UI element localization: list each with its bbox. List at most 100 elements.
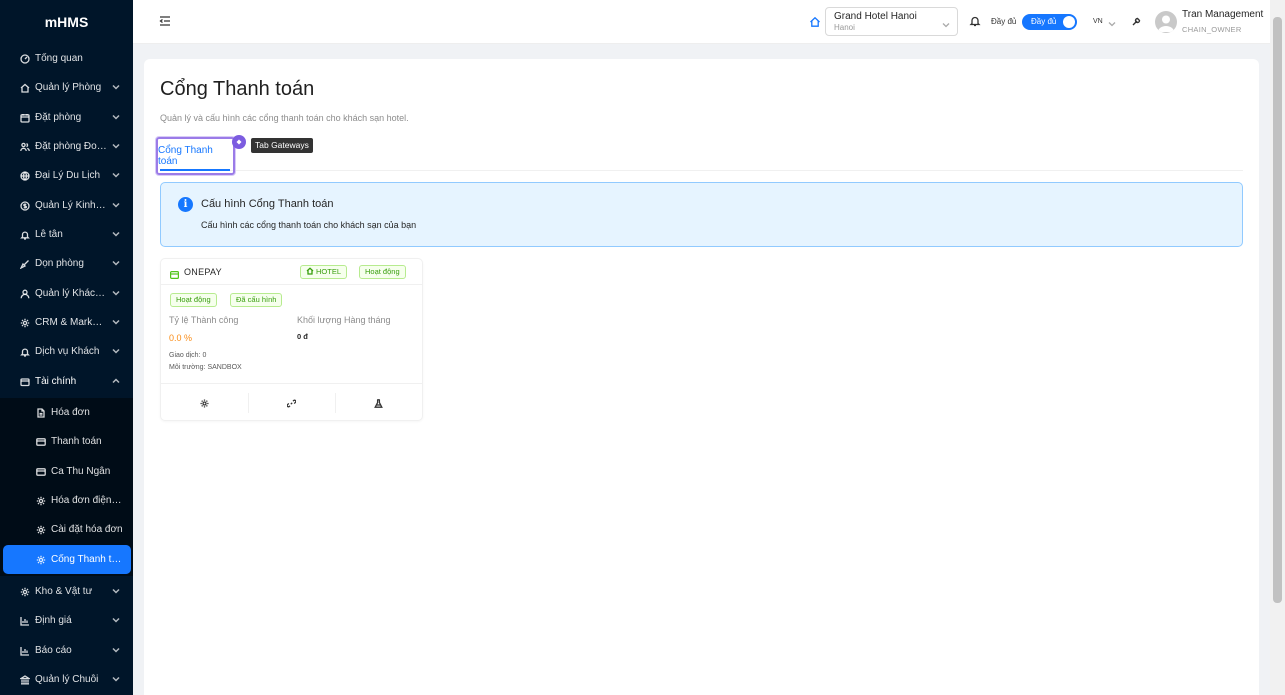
sidebar-item-housekeeping[interactable]: Dọn phòng xyxy=(0,249,133,278)
page-description: Quản lý và cấu hình các cổng thanh toán … xyxy=(160,113,409,123)
sidebar-item-chain-management[interactable]: Quản lý Chuỗi xyxy=(0,665,133,694)
gear-icon xyxy=(35,554,46,565)
tab-active-indicator xyxy=(160,169,230,171)
tour-marker-icon xyxy=(232,135,246,149)
sidebar-item-label: Dọn phòng xyxy=(35,258,84,269)
gateway-card: ONEPAY HOTEL Hoạt động Hoạt động Đã cấu … xyxy=(160,258,423,421)
chevron-down-icon xyxy=(112,318,120,325)
credit-card-icon xyxy=(170,268,180,280)
sidebar-item-label: Quản lý Phòng xyxy=(35,82,102,93)
test-button[interactable] xyxy=(335,384,422,422)
hotel-city: Hanoi xyxy=(834,23,855,32)
chevron-down-icon xyxy=(112,142,120,149)
chevron-down-icon xyxy=(112,230,120,237)
status-tag: Hoạt động xyxy=(359,265,406,279)
sidebar-item-finance[interactable]: Tài chính xyxy=(0,367,133,396)
user-name[interactable]: Tran Management xyxy=(1182,9,1263,20)
chevron-down-icon xyxy=(112,259,120,266)
sidebar-item-customers[interactable]: Quản lý Khách hàng xyxy=(0,279,133,308)
alert-title: Cấu hình Cổng Thanh toán xyxy=(201,198,334,210)
sidebar-item-rooms[interactable]: Quản lý Phòng xyxy=(0,73,133,102)
sidebar-item-label: Tổng quan xyxy=(35,53,83,64)
gear-icon xyxy=(19,317,30,328)
mode-toggle-label: Đầy đủ xyxy=(1031,17,1057,26)
menu-fold-icon[interactable] xyxy=(159,15,171,27)
tool-icon[interactable] xyxy=(1131,16,1142,27)
success-rate-value: 0.0 % xyxy=(169,333,193,343)
sidebar-item-label: Lễ tân xyxy=(35,229,63,240)
sidebar-item-label: Quản Lý Kinh Doanh xyxy=(35,200,107,211)
sidebar-item-payment[interactable]: Thanh toán xyxy=(0,427,133,456)
page-scrollbar[interactable] xyxy=(1270,0,1285,695)
sidebar-item-invoice-settings[interactable]: Cài đặt hóa đơn xyxy=(0,515,133,544)
home-icon xyxy=(306,267,314,275)
environment: Môi trường: SANDBOX xyxy=(169,364,242,371)
sidebar-item-guest-services[interactable]: Dịch vụ Khách xyxy=(0,337,133,366)
card-icon xyxy=(35,466,46,477)
gateway-actions xyxy=(161,383,422,421)
monthly-volume-value: 0 đ xyxy=(297,332,308,341)
success-rate-label: Tỷ lệ Thành công xyxy=(169,315,239,325)
chart-icon xyxy=(19,645,30,656)
chevron-down-icon xyxy=(942,18,950,28)
dashboard-icon xyxy=(19,53,30,64)
scrollbar-thumb[interactable] xyxy=(1273,17,1282,603)
badge-active: Hoạt động xyxy=(170,293,217,307)
sidebar-item-label: Dịch vụ Khách xyxy=(35,346,100,357)
sidebar-item-pricing[interactable]: Định giá xyxy=(0,606,133,635)
mode-toggle[interactable]: Đầy đủ xyxy=(1022,14,1077,30)
sidebar-item-payment-gateway[interactable]: Cổng Thanh toán xyxy=(3,545,131,574)
card-icon xyxy=(35,436,46,447)
tab-tooltip: Tab Gateways xyxy=(251,138,313,153)
user-icon xyxy=(19,288,30,299)
link-button[interactable] xyxy=(248,384,335,422)
sidebar-item-label: Đặt phòng xyxy=(35,112,82,123)
team-icon xyxy=(19,141,30,152)
sidebar-item-label: Ca Thu Ngân xyxy=(51,466,111,477)
sidebar-item-label: Thanh toán xyxy=(51,436,102,447)
bell-icon xyxy=(19,229,30,240)
sidebar-item-front-desk[interactable]: Lễ tân xyxy=(0,220,133,249)
sidebar-item-overview[interactable]: Tổng quan xyxy=(0,44,133,73)
link-icon xyxy=(287,399,296,407)
main-content: Cổng Thanh toán Quản lý và cấu hình các … xyxy=(144,59,1259,695)
alert-description: Cấu hình các cổng thanh toán cho khách s… xyxy=(201,220,417,230)
scope-tag-label: HOTEL xyxy=(316,267,342,276)
settings-button[interactable] xyxy=(161,384,248,422)
sidebar-item-label: Cổng Thanh toán xyxy=(51,554,123,565)
gear-icon xyxy=(19,586,30,597)
avatar[interactable] xyxy=(1155,11,1177,33)
sidebar-item-e-invoice[interactable]: Hóa đơn điện tử xyxy=(0,486,133,515)
sidebar-item-crm[interactable]: CRM & Marketing xyxy=(0,308,133,337)
tabs-divider xyxy=(160,170,1243,171)
info-icon: i xyxy=(178,197,193,212)
gear-icon xyxy=(35,524,46,535)
transactions-count: Giao dịch: 0 xyxy=(169,352,207,359)
chart-icon xyxy=(19,615,30,626)
sidebar-item-business[interactable]: Quản Lý Kinh Doanh xyxy=(0,191,133,220)
language-select[interactable]: VN xyxy=(1093,18,1103,25)
scope-tag: HOTEL xyxy=(300,265,348,279)
sidebar-item-travel-agency[interactable]: Đại Lý Du Lịch xyxy=(0,161,133,190)
sidebar-item-group-booking[interactable]: Đặt phòng Đoàn xyxy=(0,132,133,161)
bell-icon[interactable] xyxy=(969,15,981,27)
sidebar-item-reports[interactable]: Báo cáo xyxy=(0,636,133,665)
home-icon xyxy=(19,82,30,93)
chevron-down-icon xyxy=(112,83,120,90)
flask-icon xyxy=(374,398,383,408)
mode-label: Đầy đủ xyxy=(991,17,1017,26)
chevron-down-icon xyxy=(1108,17,1116,27)
page-title: Cổng Thanh toán xyxy=(160,78,315,100)
hotel-select[interactable]: Grand Hotel Hanoi Hanoi xyxy=(825,7,958,36)
sidebar: mHMS Tổng quan Quản lý Phòng Đặt phòng Đặt … xyxy=(0,0,133,695)
top-header: Grand Hotel Hanoi Hanoi Đầy đủ Đầy đủ VN… xyxy=(133,0,1270,44)
user-role: CHAIN_OWNER xyxy=(1182,25,1242,34)
globe-icon xyxy=(19,170,30,181)
broom-icon xyxy=(19,258,30,269)
sidebar-item-invoice[interactable]: Hóa đơn xyxy=(0,398,133,427)
sidebar-item-cashier-shift[interactable]: Ca Thu Ngân xyxy=(0,457,133,486)
calendar-icon xyxy=(19,112,30,123)
sidebar-item-booking[interactable]: Đặt phòng xyxy=(0,103,133,132)
sidebar-item-label: Báo cáo xyxy=(35,645,72,656)
sidebar-item-inventory[interactable]: Kho & Vật tư xyxy=(0,577,133,606)
